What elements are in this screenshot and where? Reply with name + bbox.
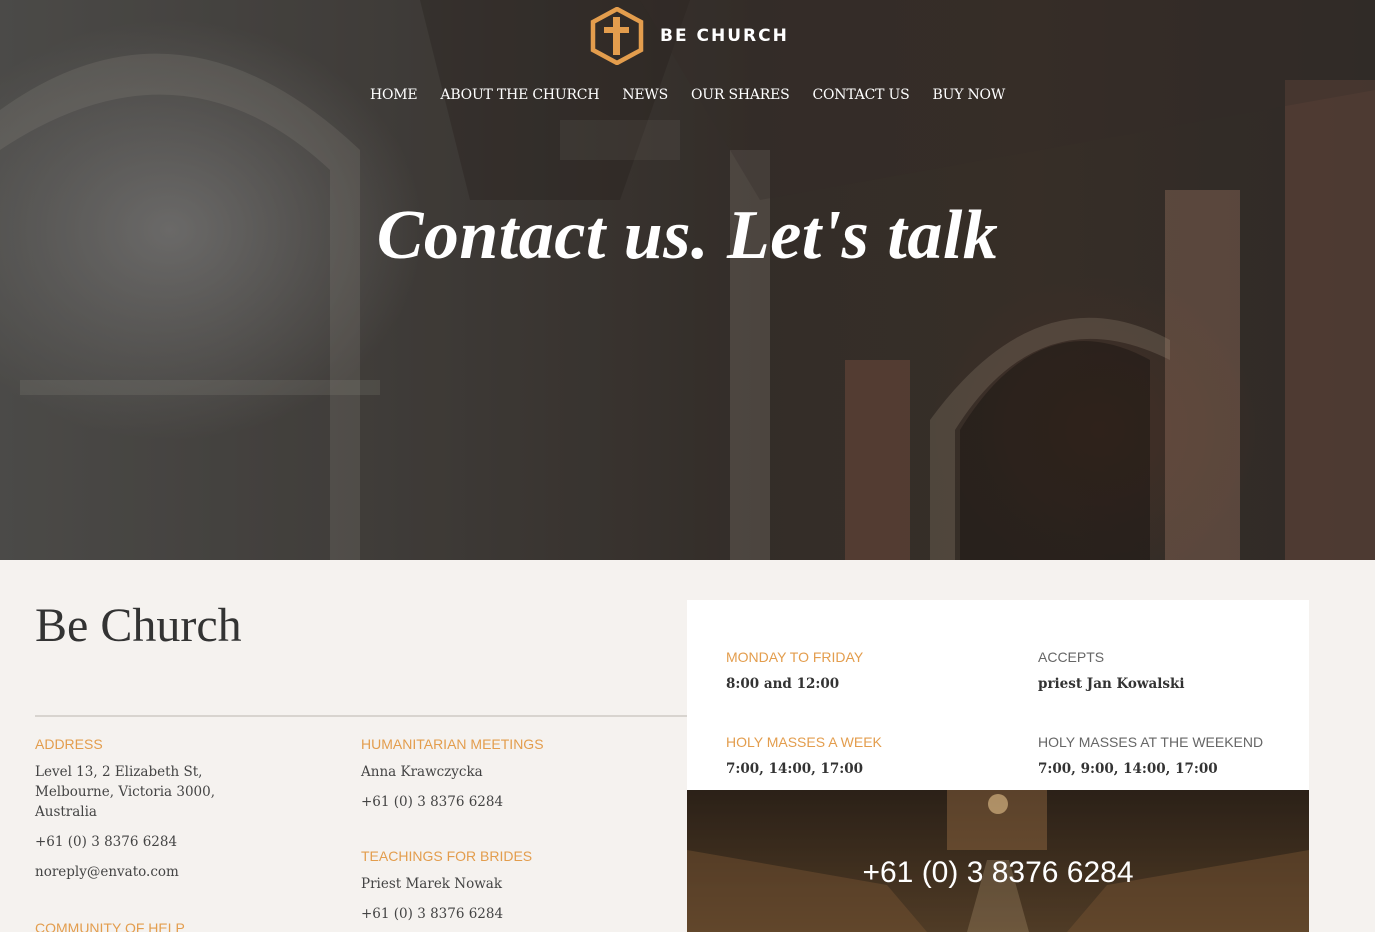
weekdays-value: 8:00 and 12:00 bbox=[726, 676, 840, 692]
page-title: Contact us. Let's talk bbox=[376, 197, 999, 274]
humanitarian-phone[interactable]: +61 (0) 3 8376 6284 bbox=[361, 792, 661, 812]
masses-week-cell: HOLY MASSES A WEEK 7:00, 14:00, 17:00 bbox=[726, 734, 882, 777]
address-line-1: Level 13, 2 Elizabeth St, bbox=[35, 764, 203, 780]
address-label: ADDRESS bbox=[35, 736, 103, 752]
phone-banner: +61 (0) 3 8376 6284 bbox=[687, 790, 1309, 932]
phone-number[interactable]: +61 (0) 3 8376 6284 bbox=[687, 856, 1309, 890]
nav-news[interactable]: NEWS bbox=[622, 86, 668, 104]
weekdays-label: MONDAY TO FRIDAY bbox=[726, 649, 864, 665]
org-title: Be Church bbox=[35, 599, 242, 652]
contact-people-block: HUMANITARIAN MEETINGS Anna Krawczycka +6… bbox=[361, 736, 661, 924]
brand-name: BE CHURCH bbox=[660, 26, 789, 46]
nav-about-the-church[interactable]: ABOUT THE CHURCH bbox=[440, 86, 599, 104]
masses-weekend-cell: HOLY MASSES AT THE WEEKEND 7:00, 9:00, 1… bbox=[1038, 734, 1263, 777]
cross-hexagon-icon bbox=[590, 7, 644, 65]
weekdays-cell: MONDAY TO FRIDAY 8:00 and 12:00 bbox=[726, 649, 863, 692]
contact-address-block: ADDRESS Level 13, 2 Elizabeth St, Melbou… bbox=[35, 736, 335, 932]
masses-weekend-value: 7:00, 9:00, 14:00, 17:00 bbox=[1038, 761, 1218, 777]
nav-buy-now[interactable]: BUY NOW bbox=[933, 86, 1006, 104]
humanitarian-label: HUMANITARIAN MEETINGS bbox=[361, 736, 544, 752]
masses-weekend-label: HOLY MASSES AT THE WEEKEND bbox=[1038, 734, 1264, 750]
schedule-card: MONDAY TO FRIDAY 8:00 and 12:00 ACCEPTS … bbox=[687, 600, 1309, 790]
masses-week-value: 7:00, 14:00, 17:00 bbox=[726, 761, 864, 777]
nav-our-shares[interactable]: OUR SHARES bbox=[691, 86, 790, 104]
masses-week-label: HOLY MASSES A WEEK bbox=[726, 734, 882, 750]
nav-home[interactable]: HOME bbox=[370, 86, 418, 104]
brides-phone[interactable]: +61 (0) 3 8376 6284 bbox=[361, 904, 661, 924]
nav-contact-us[interactable]: CONTACT US bbox=[813, 86, 910, 104]
address-line-3: Australia bbox=[35, 804, 97, 820]
address-line-2: Melbourne, Victoria 3000, bbox=[35, 784, 216, 800]
divider bbox=[35, 715, 687, 717]
site-logo[interactable]: BE CHURCH bbox=[590, 6, 789, 66]
brides-name: Priest Marek Nowak bbox=[361, 876, 502, 892]
address-phone[interactable]: +61 (0) 3 8376 6284 bbox=[35, 832, 335, 852]
accepts-value: priest Jan Kowalski bbox=[1038, 676, 1185, 692]
hero-overlay bbox=[0, 0, 1375, 560]
accepts-label: ACCEPTS bbox=[1038, 649, 1105, 665]
community-label: COMMUNITY OF HELP bbox=[35, 920, 185, 932]
humanitarian-name: Anna Krawczycka bbox=[361, 764, 483, 780]
brides-label: TEACHINGS FOR BRIDES bbox=[361, 848, 533, 864]
accepts-cell: ACCEPTS priest Jan Kowalski bbox=[1038, 649, 1184, 692]
main-nav: HOME ABOUT THE CHURCH NEWS OUR SHARES CO… bbox=[0, 86, 1375, 104]
hero-banner: BE CHURCH HOME ABOUT THE CHURCH NEWS OUR… bbox=[0, 0, 1375, 560]
address-email[interactable]: noreply@envato.com bbox=[35, 862, 335, 882]
